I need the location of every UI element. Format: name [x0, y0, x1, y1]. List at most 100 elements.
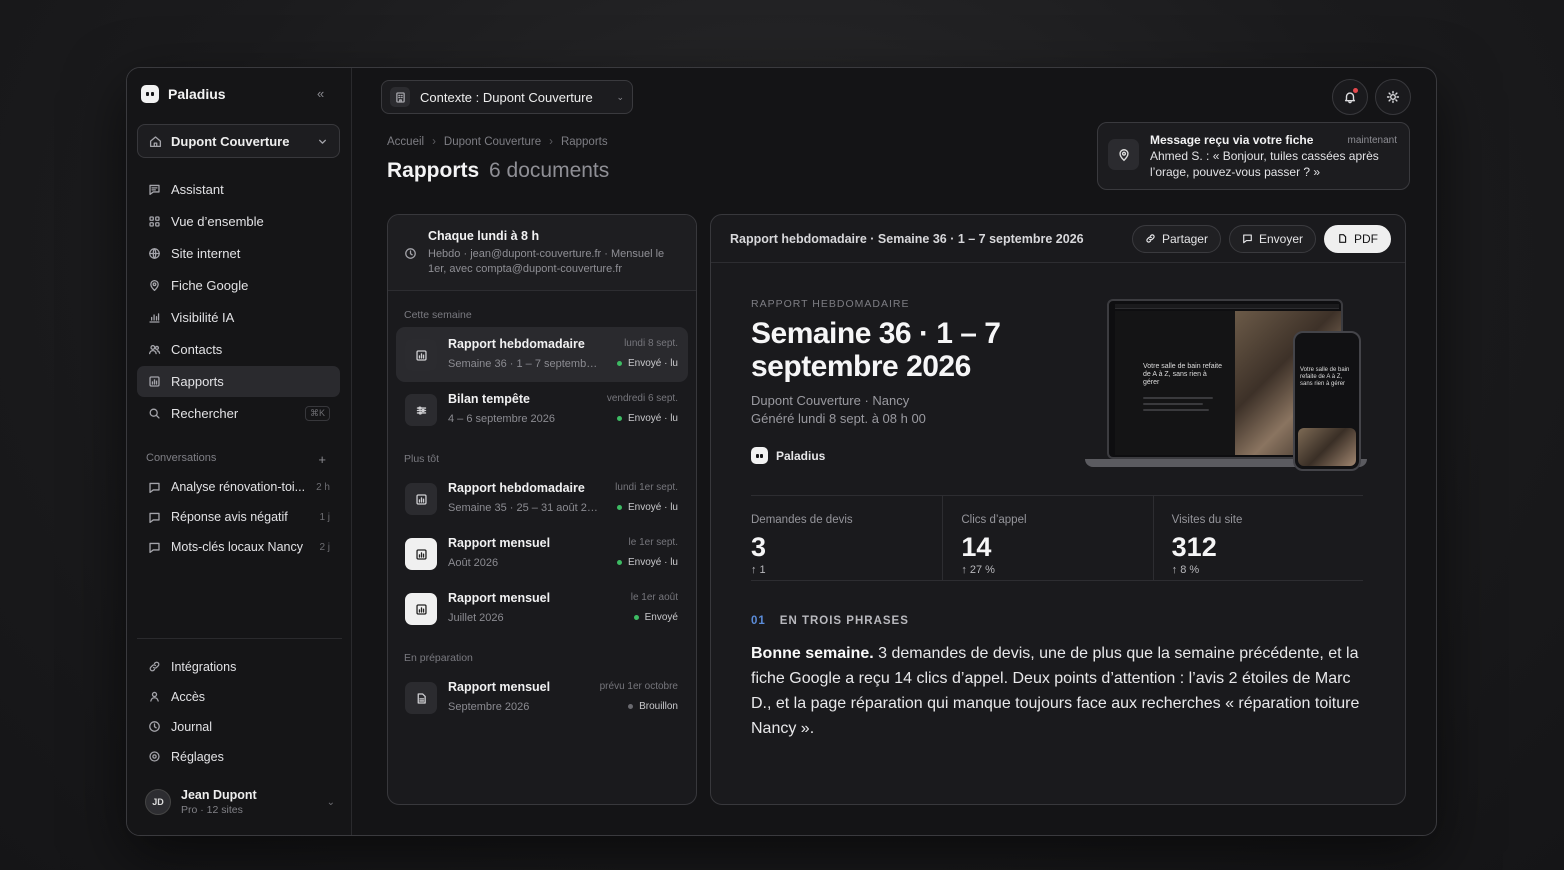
sliders-icon: [405, 394, 437, 426]
notification-title: Message reçu via votre fiche: [1150, 133, 1314, 147]
share-button[interactable]: Partager: [1131, 224, 1221, 253]
report-row[interactable]: Rapport hebdomadaire Semaine 35 · 25 – 3…: [396, 471, 688, 526]
report-author: Paladius: [751, 447, 825, 464]
report-row[interactable]: Bilan tempête 4 – 6 septembre 2026 vendr…: [396, 382, 688, 437]
stat-value: 3: [751, 532, 767, 562]
schedule-card[interactable]: Chaque lundi à 8 h Hebdo · jean@dupont-c…: [388, 215, 696, 291]
nav-item-integrations[interactable]: Intégrations: [137, 652, 340, 681]
nav-label: Contacts: [171, 342, 223, 357]
report-row[interactable]: Rapport mensuel Juillet 2026 le 1er août…: [396, 581, 688, 636]
user-plan: Pro · 12 sites: [181, 804, 243, 816]
send-button[interactable]: Envoyer: [1228, 224, 1316, 253]
mockup-navbar: [1115, 304, 1339, 309]
report-title: Rapport hebdomadaire: [448, 481, 585, 495]
sidebar: Paladius « Dupont Couverture Assistant V…: [127, 68, 352, 835]
app-window: Paladius « Dupont Couverture Assistant V…: [126, 67, 1437, 836]
report-subtitle: Semaine 36 · 1 – 7 septembre 2026: [448, 358, 600, 370]
nav-label: Site internet: [171, 246, 241, 261]
nav-label: Assistant: [171, 182, 224, 197]
notification-toast[interactable]: Message reçu via votre fiche maintenant …: [1097, 122, 1410, 190]
group-label: En préparation: [404, 652, 473, 664]
status-badge: Envoyé · lu: [616, 413, 678, 424]
workspace-switcher[interactable]: Dupont Couverture: [137, 124, 340, 158]
section-number: 01: [751, 615, 766, 627]
report-subtitle: Semaine 35 · 25 – 31 août 2026: [448, 502, 600, 514]
status-text: Brouillon: [639, 701, 678, 712]
author-name: Paladius: [776, 448, 826, 463]
document-icon: [405, 682, 437, 714]
report-icon: [147, 375, 161, 389]
pdf-button[interactable]: PDF: [1324, 224, 1391, 253]
brand: Paladius: [141, 85, 226, 103]
status-badge: Envoyé · lu: [616, 502, 678, 513]
user-menu[interactable]: JD Jean Dupont Pro · 12 sites ⌄: [145, 788, 335, 816]
report-date: lundi 8 sept.: [624, 338, 678, 349]
report-company: Dupont Couverture · Nancy: [751, 393, 910, 408]
kpi-stats: Demandes de devis 3 ↑ 1 Clics d’appel 14…: [751, 495, 1363, 580]
conversation-age: 1 j: [319, 511, 330, 523]
chat-icon: [147, 510, 161, 524]
status-dot: [633, 615, 639, 620]
schedule-description: Hebdo · jean@dupont-couverture.fr · Mens…: [428, 248, 665, 275]
report-title: Rapport mensuel: [448, 591, 551, 605]
breadcrumb-home[interactable]: Accueil: [387, 136, 424, 148]
conversation-item[interactable]: Mots-clés locaux Nancy 2 j: [137, 532, 340, 562]
breadcrumb-company[interactable]: Dupont Couverture: [444, 136, 541, 148]
bottom-nav: Intégrations Accès Journal Réglages: [137, 652, 340, 772]
breadcrumb: Accueil › Dupont Couverture › Rapports: [387, 136, 608, 148]
breadcrumb-separator: ›: [432, 136, 436, 148]
nav-item-overview[interactable]: Vue d’ensemble: [137, 206, 340, 237]
report-row[interactable]: Rapport mensuel Septembre 2026 prévu 1er…: [396, 670, 688, 725]
nav-label: Rechercher: [171, 406, 239, 421]
nav-item-reports[interactable]: Rapports: [137, 366, 340, 397]
report-generated: Généré lundi 8 sept. à 08 h 00: [751, 411, 926, 426]
chevron-down-icon: ⌄: [616, 91, 624, 102]
users-icon: [147, 343, 161, 357]
nav-item-search[interactable]: Rechercher ⌘K: [137, 398, 340, 429]
group-label: Cette semaine: [404, 309, 472, 321]
conversation-item[interactable]: Réponse avis négatif 1 j: [137, 502, 340, 532]
search-shortcut: ⌘K: [304, 406, 330, 421]
mockup-text-line: [1143, 397, 1213, 399]
notifications-button[interactable]: [1332, 79, 1368, 115]
nav-item-contacts[interactable]: Contacts: [137, 334, 340, 365]
stat-delta: ↑ 8 %: [1171, 564, 1200, 576]
report-title: Bilan tempête: [448, 392, 530, 406]
chat-icon: [147, 480, 161, 494]
detail-header: Rapport hebdomadaire · Semaine 36 · 1 – …: [711, 215, 1405, 263]
nav-item-ai-visibility[interactable]: Visibilité IA: [137, 302, 340, 333]
report-subtitle: Juillet 2026: [448, 612, 504, 624]
conversations-header: Conversations +: [146, 452, 326, 467]
building-icon: [390, 87, 410, 107]
report-row[interactable]: Rapport hebdomadaire Semaine 36 · 1 – 7 …: [396, 327, 688, 382]
report-row[interactable]: Rapport mensuel Août 2026 le 1er sept. E…: [396, 526, 688, 581]
pin-icon: [147, 279, 161, 293]
user-icon: [147, 690, 161, 704]
conversation-item[interactable]: Analyse rénovation-toi... 2 h: [137, 472, 340, 502]
paladius-logo-icon: [751, 447, 768, 464]
add-conversation-icon[interactable]: +: [318, 452, 326, 467]
report-subtitle: Août 2026: [448, 557, 499, 569]
workspace-name: Dupont Couverture: [171, 133, 290, 149]
nav-item-access[interactable]: Accès: [137, 682, 340, 711]
context-selector[interactable]: Contexte : Dupont Couverture ⌄: [381, 80, 633, 114]
conversation-label: Réponse avis négatif: [171, 510, 288, 524]
status-badge: Envoyé: [633, 612, 678, 623]
nav-label: Rapports: [171, 374, 224, 389]
status-text: Envoyé · lu: [627, 502, 678, 513]
nav-item-settings[interactable]: Réglages: [137, 742, 340, 771]
collapse-sidebar-icon[interactable]: «: [317, 86, 324, 101]
conversation-label: Analyse rénovation-toi...: [171, 480, 306, 494]
nav-item-assistant[interactable]: Assistant: [137, 174, 340, 205]
chevron-down-icon: [315, 134, 329, 148]
nav-item-journal[interactable]: Journal: [137, 712, 340, 741]
nav-label: Réglages: [171, 749, 224, 764]
nav-label: Fiche Google: [171, 278, 249, 293]
document-count: 6 documents: [489, 159, 610, 182]
nav-item-website[interactable]: Site internet: [137, 238, 340, 269]
theme-toggle-button[interactable]: [1375, 79, 1411, 115]
report-subtitle: 4 – 6 septembre 2026: [448, 413, 556, 425]
nav-item-google-profile[interactable]: Fiche Google: [137, 270, 340, 301]
status-dot: [616, 505, 622, 510]
report-date: le 1er août: [630, 592, 678, 603]
